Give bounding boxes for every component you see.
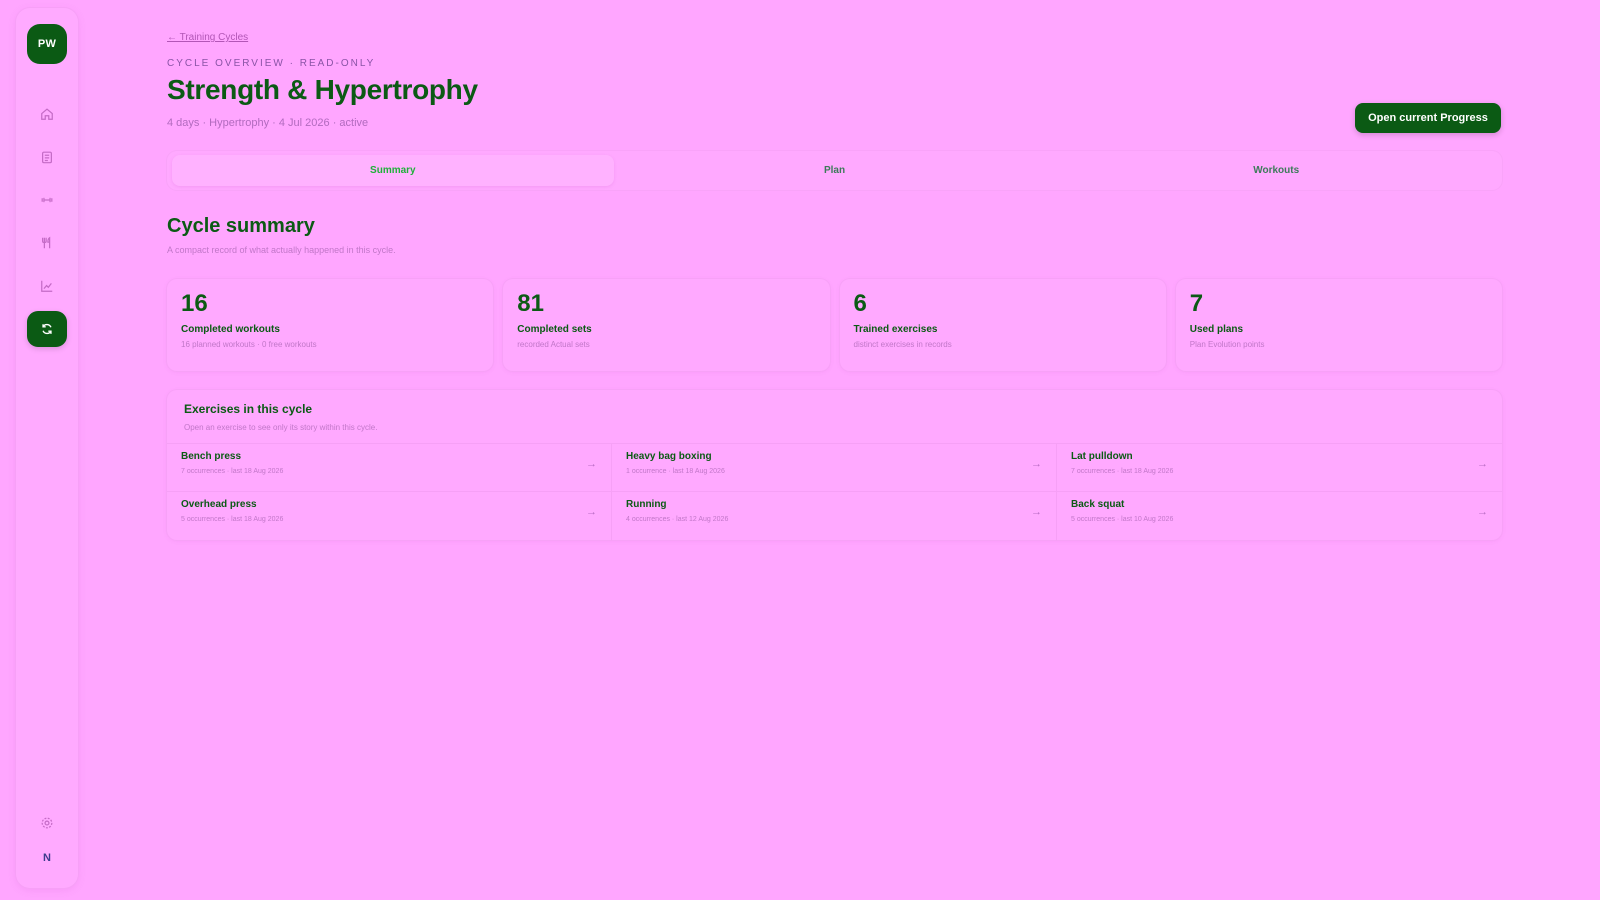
exercise-meta: 5 occurrences · last 10 Aug 2026 [1071,516,1174,523]
app-logo[interactable]: PW [27,24,67,64]
open-progress-button[interactable]: Open current Progress [1355,103,1501,133]
exercise-name: Bench press [181,451,242,462]
exercises-title: Exercises in this cycle [184,402,313,416]
chart-icon[interactable] [27,268,67,304]
page-meta: 4 days · Hypertrophy · 4 Jul 2026 · acti… [167,117,369,129]
stat-value: 16 [181,290,208,317]
section-title: Cycle summary [167,215,315,237]
exercise-item[interactable]: Running 4 occurrences · last 12 Aug 2026… [612,492,1057,541]
page-title: Strength & Hypertrophy [167,74,478,105]
exercise-meta: 7 occurrences · last 18 Aug 2026 [181,468,284,475]
stat-description: distinct exercises in records [853,340,952,349]
dumbbell-icon[interactable] [27,182,67,218]
page-eyebrow: CYCLE OVERVIEW · READ-ONLY [167,58,376,69]
back-link[interactable]: ← Training Cycles [167,32,248,43]
tab-workouts[interactable]: Workouts [1055,155,1497,186]
stats-row: 16 Completed workouts 16 planned workout… [167,279,1502,371]
stat-description: Plan Evolution points [1189,340,1265,349]
exercises-subtitle: Open an exercise to see only its story w… [184,423,378,432]
clipboard-icon[interactable] [27,139,67,175]
settings-icon[interactable] [27,805,67,841]
exercise-name: Heavy bag boxing [626,451,712,462]
arrow-right-icon: → [1477,506,1488,518]
exercise-meta: 1 occurrence · last 18 Aug 2026 [626,468,725,475]
sidebar: PW N [16,8,78,888]
exercise-item[interactable]: Heavy bag boxing 1 occurrence · last 18 … [612,444,1057,492]
exercise-item[interactable]: Lat pulldown 7 occurrences · last 18 Aug… [1057,444,1502,492]
stat-value: 7 [1189,290,1204,317]
home-icon[interactable] [27,96,67,132]
arrow-right-icon: → [586,506,597,518]
exercise-meta: 4 occurrences · last 12 Aug 2026 [626,516,729,523]
exercise-name: Lat pulldown [1071,451,1133,462]
stat-card-workouts: 16 Completed workouts 16 planned workout… [167,279,494,371]
tab-bar: Summary Plan Workouts [167,151,1502,190]
arrow-right-icon: → [1477,458,1488,470]
exercise-item[interactable]: Overhead press 5 occurrences · last 18 A… [167,492,612,541]
tab-summary[interactable]: Summary [172,155,614,186]
exercises-panel: Exercises in this cycle Open an exercise… [167,390,1502,541]
arrow-right-icon: → [1031,458,1042,470]
exercise-meta: 7 occurrences · last 18 Aug 2026 [1071,468,1174,475]
exercise-name: Back squat [1071,499,1125,510]
exercise-item[interactable]: Back squat 5 occurrences · last 10 Aug 2… [1057,492,1502,541]
stat-card-sets: 81 Completed sets recorded Actual sets [503,279,830,371]
arrow-right-icon: → [586,458,597,470]
stat-card-plans: 7 Used plans Plan Evolution points [1175,279,1502,371]
stat-label: Completed workouts [181,324,280,335]
arrow-right-icon: → [1031,506,1042,518]
stat-label: Trained exercises [853,324,938,335]
stat-description: recorded Actual sets [517,340,590,349]
utensils-icon[interactable] [27,225,67,261]
tab-plan[interactable]: Plan [614,155,1056,186]
cycle-icon[interactable] [27,311,67,347]
stat-label: Used plans [1189,324,1244,335]
exercise-name: Overhead press [181,499,257,510]
exercise-item[interactable]: Bench press 7 occurrences · last 18 Aug … [167,444,612,492]
exercise-name: Running [626,499,667,510]
exercise-meta: 5 occurrences · last 18 Aug 2026 [181,516,284,523]
stat-label: Completed sets [517,324,592,335]
exercises-grid: Bench press 7 occurrences · last 18 Aug … [167,443,1502,541]
section-subtitle: A compact record of what actually happen… [167,245,396,255]
stat-card-exercises: 6 Trained exercises distinct exercises i… [839,279,1166,371]
stat-value: 6 [853,290,867,317]
stat-value: 81 [517,290,544,317]
avatar[interactable]: N [27,842,67,874]
stat-description: 16 planned workouts · 0 free workouts [181,340,317,349]
